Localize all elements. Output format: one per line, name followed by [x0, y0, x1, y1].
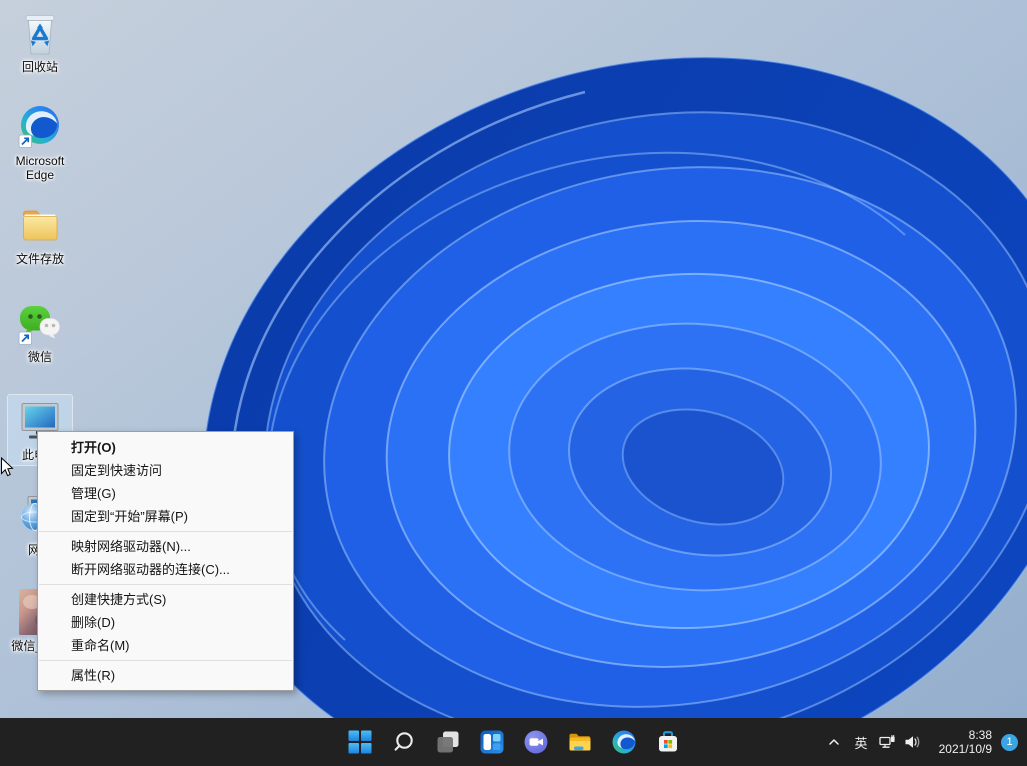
search-icon: [391, 729, 417, 755]
folder-icon: [16, 201, 64, 249]
icon-label: 文件存放: [16, 252, 64, 266]
taskbar: 英 8:38 2021/10/9 1: [0, 718, 1027, 766]
icon-label: 回收站: [22, 60, 58, 74]
file-explorer-button[interactable]: [560, 722, 600, 762]
menu-separator: [39, 660, 292, 661]
recycle-bin-icon: [16, 9, 64, 57]
wechat-icon: [16, 299, 64, 347]
task-view-button[interactable]: [428, 722, 468, 762]
menu-separator: [39, 584, 292, 585]
chat-button[interactable]: [516, 722, 556, 762]
menu-separator: [39, 531, 292, 532]
windows-start-icon: [347, 729, 373, 755]
microsoft-store-icon: [655, 729, 681, 755]
context-menu: 打开(O) 固定到快速访问 管理(G) 固定到“开始”屏幕(P) 映射网络驱动器…: [37, 431, 294, 691]
edge-button[interactable]: [604, 722, 644, 762]
menu-item-map-network-drive[interactable]: 映射网络驱动器(N)...: [38, 535, 293, 558]
icon-label: 微信: [28, 350, 52, 364]
menu-item-manage[interactable]: 管理(G): [38, 482, 293, 505]
notification-badge[interactable]: 1: [1001, 734, 1018, 751]
menu-item-create-shortcut[interactable]: 创建快捷方式(S): [38, 588, 293, 611]
input-method-indicator[interactable]: 英: [847, 722, 875, 762]
tray-date: 2021/10/9: [939, 742, 992, 756]
teams-chat-icon: [523, 729, 549, 755]
menu-item-disconnect-network-drive[interactable]: 断开网络驱动器的连接(C)...: [38, 558, 293, 581]
desktop-icon-recycle-bin[interactable]: 回收站: [8, 7, 72, 77]
network-tray-button[interactable]: [875, 722, 900, 762]
edge-icon: [611, 729, 637, 755]
menu-item-delete[interactable]: 删除(D): [38, 611, 293, 634]
system-tray: 英 8:38 2021/10/9 1: [821, 718, 1022, 766]
taskbar-center-icons: [340, 718, 688, 766]
edge-icon: [16, 103, 64, 151]
desktop-icon-files-folder[interactable]: 文件存放: [8, 199, 72, 269]
menu-item-pin-to-start[interactable]: 固定到“开始”屏幕(P): [38, 505, 293, 528]
desktop-icon-wechat[interactable]: 微信: [8, 297, 72, 367]
search-button[interactable]: [384, 722, 424, 762]
icon-label: Microsoft Edge: [8, 154, 72, 182]
store-button[interactable]: [648, 722, 688, 762]
clock[interactable]: 8:38 2021/10/9: [925, 722, 995, 762]
desktop-icon-microsoft-edge[interactable]: Microsoft Edge: [8, 101, 72, 185]
menu-item-rename[interactable]: 重命名(M): [38, 634, 293, 657]
chevron-up-icon: [826, 734, 842, 750]
speaker-icon: [904, 734, 921, 750]
widgets-icon: [479, 729, 505, 755]
widgets-button[interactable]: [472, 722, 512, 762]
windows-desktop: { "desktop_icons": [ {"id": "recycle-bin…: [0, 0, 1027, 766]
menu-item-properties[interactable]: 属性(R): [38, 664, 293, 687]
file-explorer-icon: [567, 729, 593, 755]
wired-network-icon: [879, 734, 896, 750]
volume-tray-button[interactable]: [900, 722, 925, 762]
menu-item-pin-quick-access[interactable]: 固定到快速访问: [38, 459, 293, 482]
task-view-icon: [435, 729, 461, 755]
shortcut-arrow-badge: [19, 135, 32, 148]
tray-time: 8:38: [969, 728, 992, 742]
tray-overflow-button[interactable]: [821, 722, 847, 762]
start-button[interactable]: [340, 722, 380, 762]
shortcut-arrow-badge: [19, 332, 32, 345]
menu-item-open[interactable]: 打开(O): [38, 436, 293, 459]
